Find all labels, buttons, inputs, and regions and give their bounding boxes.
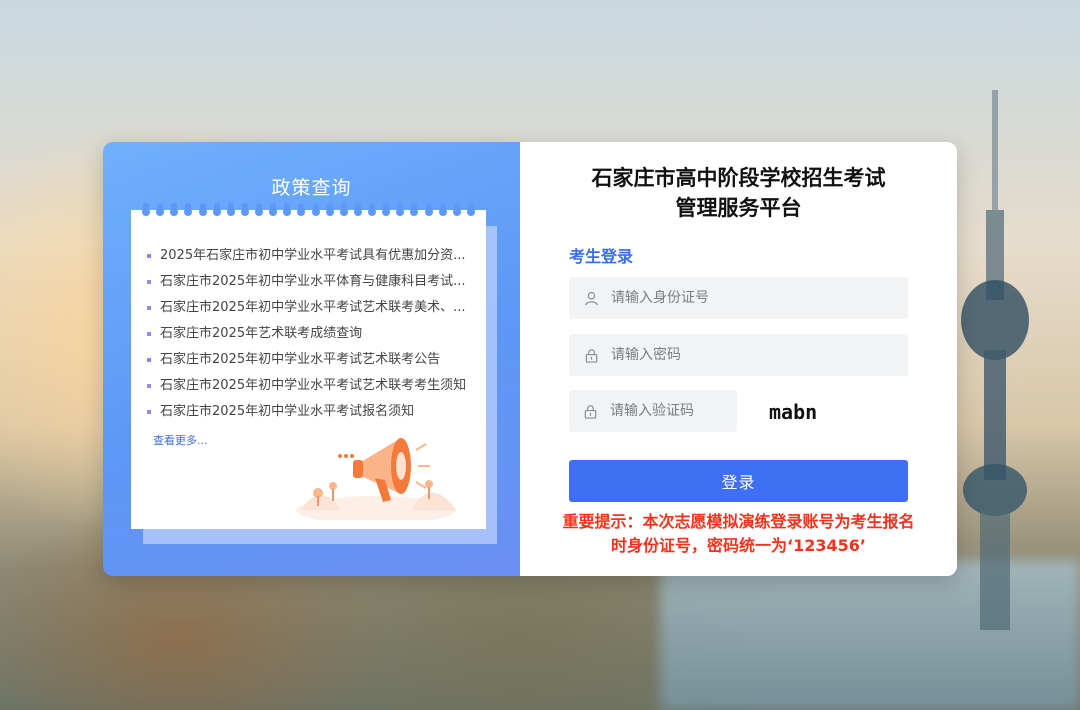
password-input[interactable] bbox=[609, 346, 893, 364]
policy-list: 2025年石家庄市初中学业水平考试具有优惠加分资... 石家庄市2025年初中学… bbox=[147, 243, 469, 425]
notepad-rings bbox=[142, 203, 475, 219]
policy-title: 政策查询 bbox=[271, 177, 352, 199]
user-icon bbox=[583, 290, 599, 306]
login-button[interactable]: 登录 bbox=[569, 460, 908, 502]
notice-line2: 时身份证号，密码统一为‘123456’ bbox=[611, 536, 866, 555]
captcha-text: mabn bbox=[769, 400, 817, 423]
policy-item[interactable]: 石家庄市2025年初中学业水平考试艺术联考美术、... bbox=[147, 295, 469, 321]
more-link[interactable]: 查看更多... bbox=[153, 432, 208, 448]
site-title: 石家庄市高中阶段学校招生考试 管理服务平台 bbox=[520, 163, 957, 223]
captcha-field[interactable] bbox=[569, 390, 742, 432]
background-tower bbox=[961, 90, 1029, 630]
policy-panel: 政策查询 2025年石家庄市初中学业水平考试具有优惠加分资... 石家庄市202… bbox=[103, 142, 520, 576]
lock-icon bbox=[583, 403, 598, 419]
policy-item[interactable]: 石家庄市2025年初中学业水平体育与健康科目考试... bbox=[147, 269, 469, 295]
policy-item[interactable]: 石家庄市2025年初中学业水平考试艺术联考公告 bbox=[147, 347, 469, 373]
policy-item[interactable]: 石家庄市2025年艺术联考成绩查询 bbox=[147, 321, 469, 347]
lock-icon bbox=[583, 347, 599, 363]
notice-line1: 重要提示：本次志愿模拟演练登录账号为考生报名 bbox=[562, 512, 915, 531]
site-title-line1: 石家庄市高中阶段学校招生考试 bbox=[591, 166, 886, 190]
captcha-image[interactable]: mabn bbox=[767, 399, 837, 423]
policy-item[interactable]: 2025年石家庄市初中学业水平考试具有优惠加分资... bbox=[147, 243, 469, 269]
password-field[interactable] bbox=[569, 334, 908, 376]
site-title-line2: 管理服务平台 bbox=[675, 196, 802, 220]
login-panel: 石家庄市高中阶段学校招生考试 管理服务平台 考生登录 mabn 登录 bbox=[520, 142, 957, 576]
megaphone-icon bbox=[296, 438, 456, 520]
login-notice: 重要提示：本次志愿模拟演练登录账号为考生报名 时身份证号，密码统一为‘12345… bbox=[526, 510, 951, 558]
login-label: 考生登录 bbox=[569, 247, 634, 266]
captcha-input[interactable] bbox=[608, 402, 742, 420]
id-number-field[interactable] bbox=[569, 277, 908, 319]
notepad: 2025年石家庄市初中学业水平考试具有优惠加分资... 石家庄市2025年初中学… bbox=[131, 203, 486, 529]
policy-item[interactable]: 石家庄市2025年初中学业水平考试艺术联考考生须知 bbox=[147, 373, 469, 399]
login-card: 政策查询 2025年石家庄市初中学业水平考试具有优惠加分资... 石家庄市202… bbox=[103, 142, 957, 576]
id-number-input[interactable] bbox=[609, 289, 893, 307]
